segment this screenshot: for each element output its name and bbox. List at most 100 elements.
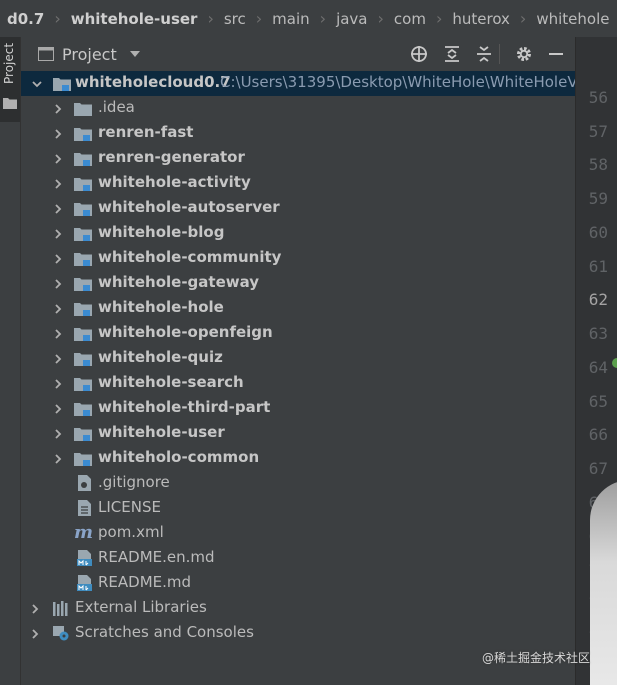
module-folder-icon xyxy=(74,353,92,366)
project-window-icon xyxy=(38,47,54,61)
project-tool-tab[interactable]: Project xyxy=(0,37,20,122)
gutter-marker-icon[interactable] xyxy=(612,358,617,368)
tree-root-name: whiteholecloud0.7 xyxy=(75,73,231,91)
tree-folder-name: whiteholo-common xyxy=(98,448,260,466)
tree-folder-row[interactable]: whitehole-quiz xyxy=(21,346,575,371)
breadcrumb-separator-icon: › xyxy=(319,9,327,28)
breadcrumb-item[interactable]: whitehole xyxy=(529,10,616,28)
tree-file-row[interactable]: m pom.xml xyxy=(21,521,575,546)
breadcrumb-separator-icon: › xyxy=(519,9,527,28)
tree-folder-name: whitehole-autoserver xyxy=(98,198,280,216)
chevron-right-icon[interactable] xyxy=(52,228,64,240)
chevron-right-icon[interactable] xyxy=(52,378,64,390)
module-folder-icon xyxy=(53,78,71,91)
project-panel-title[interactable]: Project xyxy=(62,45,117,64)
minimize-icon[interactable] xyxy=(547,45,565,63)
tree-folder-name: whitehole-gateway xyxy=(98,273,260,291)
chevron-right-icon[interactable] xyxy=(52,303,64,315)
line-number: 58 xyxy=(588,155,608,174)
tree-folder-row[interactable]: whitehole-user xyxy=(21,421,575,446)
maven-icon: m xyxy=(74,522,94,543)
chevron-right-icon[interactable] xyxy=(52,153,64,165)
gitignore-file-icon xyxy=(78,475,91,491)
chevron-right-icon[interactable] xyxy=(52,328,64,340)
tree-file-name: README.en.md xyxy=(98,548,215,566)
chevron-right-icon[interactable] xyxy=(52,103,64,115)
tree-folder-name: .idea xyxy=(98,98,135,116)
chevron-right-icon[interactable] xyxy=(52,253,64,265)
breadcrumb-item[interactable]: src xyxy=(217,10,253,28)
tree-folder-name: whitehole-third-part xyxy=(98,398,271,416)
module-folder-icon xyxy=(74,403,92,416)
markdown-file-icon xyxy=(77,550,92,566)
module-folder-icon xyxy=(74,278,92,291)
tree-folder-row[interactable]: whitehole-search xyxy=(21,371,575,396)
expand-all-icon[interactable] xyxy=(443,45,461,63)
line-number: 60 xyxy=(588,223,608,242)
chevron-right-icon[interactable] xyxy=(52,203,64,215)
scratches-icon xyxy=(53,626,69,641)
tree-folder-row[interactable]: whiteholo-common xyxy=(21,446,575,471)
tree-file-row[interactable]: README.md xyxy=(21,571,575,596)
background-photo-overlay xyxy=(590,480,617,685)
tree-file-name: README.md xyxy=(98,573,192,591)
module-folder-icon xyxy=(74,428,92,441)
collapse-all-icon[interactable] xyxy=(475,45,493,63)
tree-folder-row[interactable]: .idea xyxy=(21,96,575,121)
tree-folder-name: whitehole-hole xyxy=(98,298,224,316)
tree-folder-name: whitehole-user xyxy=(98,423,225,441)
tree-file-row[interactable]: .gitignore xyxy=(21,471,575,496)
line-number: 66 xyxy=(588,425,608,444)
chevron-right-icon[interactable] xyxy=(52,403,64,415)
tree-folder-row[interactable]: whitehole-community xyxy=(21,246,575,271)
chevron-down-icon[interactable] xyxy=(31,78,43,90)
breadcrumb-item[interactable]: huterox xyxy=(445,10,517,28)
module-folder-icon xyxy=(74,378,92,391)
caret-down-icon[interactable] xyxy=(130,51,140,57)
tree-folder-row[interactable]: whitehole-gateway xyxy=(21,271,575,296)
chevron-right-icon[interactable] xyxy=(52,128,64,140)
chevron-right-icon[interactable] xyxy=(52,178,64,190)
module-folder-icon xyxy=(74,128,92,141)
chevron-right-icon[interactable] xyxy=(52,278,64,290)
tree-folder-name: whitehole-quiz xyxy=(98,348,223,366)
folder-icon xyxy=(74,103,92,116)
tree-external-libraries-row[interactable]: External Libraries xyxy=(21,596,575,621)
watermark: @稀土掘金技术社区 xyxy=(482,651,591,665)
module-folder-icon xyxy=(74,453,92,466)
tree-file-row[interactable]: README.en.md xyxy=(21,546,575,571)
tree-folder-row[interactable]: renren-fast xyxy=(21,121,575,146)
tree-folder-row[interactable]: whitehole-activity xyxy=(21,171,575,196)
chevron-right-icon[interactable] xyxy=(29,603,41,615)
chevron-right-icon[interactable] xyxy=(29,628,41,640)
library-icon xyxy=(53,601,68,616)
chevron-right-icon[interactable] xyxy=(52,453,64,465)
tree-folder-row[interactable]: whitehole-hole xyxy=(21,296,575,321)
left-tool-strip: Project xyxy=(0,37,21,685)
tree-file-row[interactable]: LICENSE xyxy=(21,496,575,521)
tree-folder-row[interactable]: whitehole-autoserver xyxy=(21,196,575,221)
line-number-current: 62 xyxy=(588,290,608,309)
tree-folder-row[interactable]: renren-generator xyxy=(21,146,575,171)
tree-folder-name: renren-fast xyxy=(98,123,194,141)
breadcrumb-item[interactable]: d0.7 xyxy=(0,10,51,28)
tree-scratches-row[interactable]: Scratches and Consoles xyxy=(21,621,575,646)
chevron-right-icon[interactable] xyxy=(52,428,64,440)
module-folder-icon xyxy=(74,153,92,166)
locate-target-icon[interactable] xyxy=(410,45,428,63)
tree-folder-row[interactable]: whitehole-blog xyxy=(21,221,575,246)
tree-file-name: pom.xml xyxy=(98,523,164,541)
breadcrumb-item[interactable]: java xyxy=(329,10,374,28)
breadcrumb-separator-icon: › xyxy=(54,9,61,28)
chevron-right-icon[interactable] xyxy=(52,353,64,365)
breadcrumb-item[interactable]: whitehole-user xyxy=(64,10,205,28)
line-number: 64 xyxy=(588,358,608,377)
gear-icon[interactable] xyxy=(515,45,533,63)
tree-folder-name: whitehole-activity xyxy=(98,173,251,191)
tree-root-row[interactable]: whiteholecloud0.7 C:\Users\31395\Desktop… xyxy=(21,71,575,96)
tree-folder-row[interactable]: whitehole-openfeign xyxy=(21,321,575,346)
breadcrumb-item[interactable]: main xyxy=(265,10,316,28)
breadcrumb-item[interactable]: com xyxy=(387,10,433,28)
tree-folder-row[interactable]: whitehole-third-part xyxy=(21,396,575,421)
tree-folder-name: renren-generator xyxy=(98,148,245,166)
